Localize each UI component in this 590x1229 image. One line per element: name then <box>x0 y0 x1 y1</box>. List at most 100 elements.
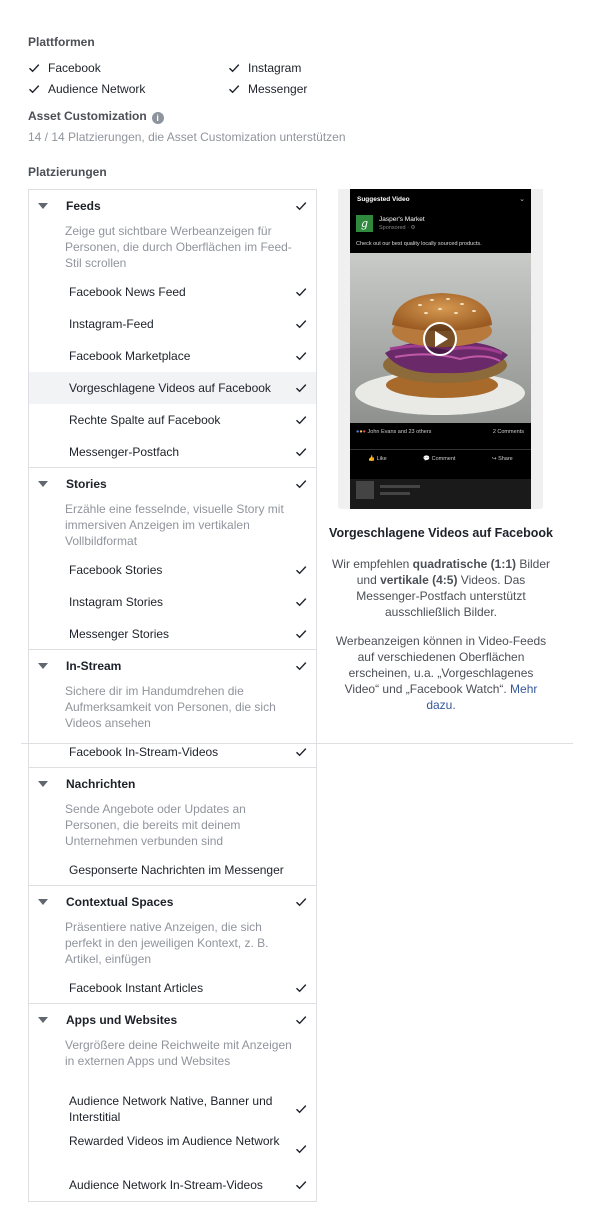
placement-checkbox[interactable] <box>295 628 307 640</box>
placement-label: Audience Network In-Stream-Videos <box>69 1178 263 1192</box>
caret-down-icon[interactable] <box>38 781 48 787</box>
group-header[interactable]: In-Stream <box>29 650 316 682</box>
placement-label: Facebook Instant Articles <box>69 981 204 995</box>
placement-checkbox[interactable] <box>295 982 307 994</box>
placement-checkbox[interactable] <box>295 350 307 362</box>
group-header[interactable]: Apps und Websites <box>29 1004 316 1036</box>
brand-logo: g <box>356 215 373 232</box>
placement-checkbox[interactable] <box>295 414 307 426</box>
group-header[interactable]: Nachrichten <box>29 768 316 800</box>
text-placeholder <box>380 485 420 488</box>
checkmark-icon <box>228 62 240 74</box>
ad-text: Check out our best quality locally sourc… <box>356 241 482 247</box>
group-header[interactable]: Stories <box>29 468 316 500</box>
placement-label: Facebook Stories <box>69 563 163 577</box>
placement-group-contextual-spaces: Contextual Spaces Präsentiere native Anz… <box>29 886 316 1004</box>
asset-customization-text: 14 / 14 Platzierungen, die Asset Customi… <box>28 130 346 144</box>
group-checkbox[interactable] <box>295 778 307 790</box>
placement-item[interactable]: Facebook Stories <box>29 554 316 586</box>
placement-group-stories: Stories Erzähle eine fesselnde, visuelle… <box>29 468 316 650</box>
placement-checkbox[interactable] <box>295 564 307 576</box>
placement-checkbox[interactable] <box>295 1179 307 1191</box>
caret-down-icon[interactable] <box>38 203 48 209</box>
group-checkbox[interactable] <box>295 478 307 490</box>
preview-recommendation: Wir empfehlen quadratische (1:1) Bilder … <box>331 557 551 619</box>
group-header[interactable]: Feeds <box>29 190 316 222</box>
placement-item[interactable]: Audience Network In-Stream-Videos <box>29 1170 316 1201</box>
action-buttons: 👍 Like 💬 Comment ↪ Share <box>350 449 531 462</box>
placement-checkbox[interactable] <box>295 318 307 330</box>
reactions-text: ●●● John Evans and 23 others <box>356 429 432 435</box>
group-checkbox[interactable] <box>295 660 307 672</box>
placement-item[interactable]: Facebook In-Stream-Videos <box>29 736 316 768</box>
brand-name: Jasper's Market <box>379 216 425 223</box>
checkmark-icon <box>28 62 40 74</box>
group-header[interactable]: Contextual Spaces <box>29 886 316 918</box>
placement-checkbox[interactable] <box>295 446 307 458</box>
group-description: Sende Angebote oder Updates an Personen,… <box>65 802 246 848</box>
phone-mockup: Suggested Video ⌄ g Jasper's Market Spon… <box>350 189 531 509</box>
placement-item[interactable]: Messenger Stories <box>29 618 316 650</box>
placement-item[interactable]: Facebook Instant Articles <box>29 972 316 1004</box>
placement-item[interactable]: Gesponserte Nachrichten im Messenger <box>29 854 316 886</box>
placement-item[interactable]: Facebook News Feed <box>29 276 316 308</box>
placement-label: Facebook Marketplace <box>69 349 191 363</box>
placement-item-highlighted[interactable]: Vorgeschlagene Videos auf Facebook <box>29 372 316 404</box>
placement-group-apps-websites: Apps und Websites Vergrößere deine Reich… <box>29 1004 316 1201</box>
placement-label: Messenger-Postfach <box>69 445 180 459</box>
group-description: Vergrößere deine Reichweite mit Anzeigen… <box>65 1038 292 1068</box>
reactions-label: John Evans and 23 others <box>367 429 432 435</box>
group-description: Präsentiere native Anzeigen, die sich pe… <box>65 920 269 966</box>
text-placeholder <box>380 492 410 495</box>
group-description: Erzähle eine fesselnde, visuelle Story m… <box>65 502 284 548</box>
placement-checkbox[interactable] <box>295 286 307 298</box>
platform-instagram-checkbox[interactable]: Instagram <box>228 61 301 75</box>
placement-item[interactable]: Messenger-Postfach <box>29 436 316 468</box>
avatar-placeholder <box>356 481 374 499</box>
next-post-placeholder <box>350 479 531 509</box>
placement-group-in-stream: In-Stream Sichere dir im Handumdrehen di… <box>29 650 316 768</box>
placement-checkbox[interactable] <box>295 746 307 758</box>
sponsored-label: Sponsored · ⚙ <box>379 225 416 231</box>
caret-down-icon[interactable] <box>38 899 48 905</box>
group-title: Nachrichten <box>66 777 136 791</box>
placement-label: Instagram Stories <box>69 595 164 609</box>
placements-list: Feeds Zeige gut sichtbare Werbeanzeigen … <box>28 189 317 1202</box>
platform-messenger-checkbox[interactable]: Messenger <box>228 82 307 96</box>
group-title: Stories <box>66 477 107 491</box>
platform-facebook-checkbox[interactable]: Facebook <box>28 61 101 75</box>
info-icon[interactable]: i <box>151 112 164 124</box>
ad-header: g Jasper's Market Sponsored · ⚙ Check ou… <box>350 211 531 253</box>
placement-item[interactable]: Instagram Stories <box>29 586 316 618</box>
group-checkbox[interactable] <box>295 200 307 212</box>
placement-label: Facebook News Feed <box>69 285 186 299</box>
placement-label: Audience Network Native, Banner und Inte… <box>69 1094 273 1124</box>
placement-label: Messenger Stories <box>69 627 170 641</box>
placement-item[interactable]: Rechte Spalte auf Facebook <box>29 404 316 436</box>
placement-item[interactable]: Facebook Marketplace <box>29 340 316 372</box>
placement-checkbox[interactable] <box>295 1103 307 1115</box>
group-title: Apps und Websites <box>66 1013 178 1027</box>
preview-header: Suggested Video ⌄ <box>350 189 531 211</box>
placement-checkbox[interactable] <box>295 382 307 394</box>
placement-label: Gesponserte Nachrichten im Messenger <box>69 863 284 877</box>
group-checkbox[interactable] <box>295 1014 307 1026</box>
caret-down-icon[interactable] <box>38 481 48 487</box>
placement-item[interactable]: Audience Network Native, Banner und Inte… <box>29 1090 316 1130</box>
checkmark-icon <box>28 83 40 95</box>
placement-item[interactable]: Rewarded Videos im Audience Network <box>29 1130 316 1170</box>
placement-item[interactable]: Instagram-Feed <box>29 308 316 340</box>
platform-audience-network-checkbox[interactable]: Audience Network <box>28 82 145 96</box>
caret-down-icon[interactable] <box>38 1017 48 1023</box>
platforms-title: Plattformen <box>28 35 95 49</box>
placement-label: Vorgeschlagene Videos auf Facebook <box>69 381 271 395</box>
like-button: 👍 Like <box>368 456 387 462</box>
placement-checkbox[interactable] <box>295 596 307 608</box>
asset-customization-title: Asset Customization i <box>28 109 164 124</box>
placement-checkbox[interactable] <box>295 1143 307 1155</box>
caret-down-icon[interactable] <box>38 663 48 669</box>
checkmark-icon <box>228 83 240 95</box>
platform-label: Instagram <box>248 61 302 75</box>
comment-button: 💬 Comment <box>423 456 456 462</box>
group-checkbox[interactable] <box>295 896 307 908</box>
